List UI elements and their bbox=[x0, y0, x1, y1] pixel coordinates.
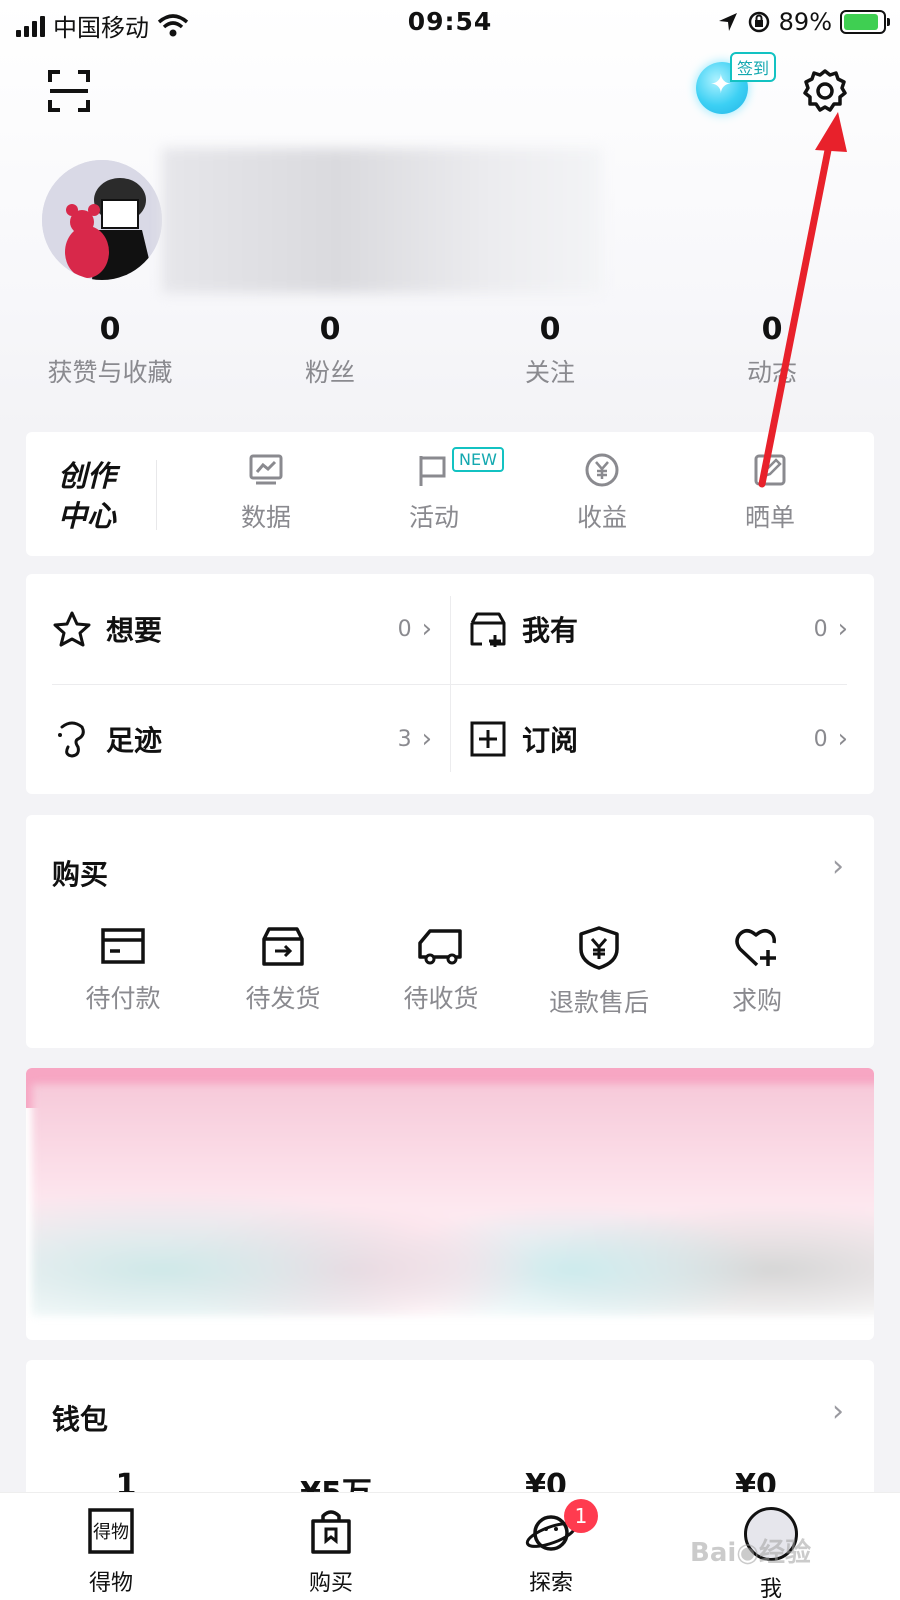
watermark-logo: Bai◉经验 bbox=[690, 1538, 811, 1568]
annotation-arrow bbox=[758, 112, 847, 488]
